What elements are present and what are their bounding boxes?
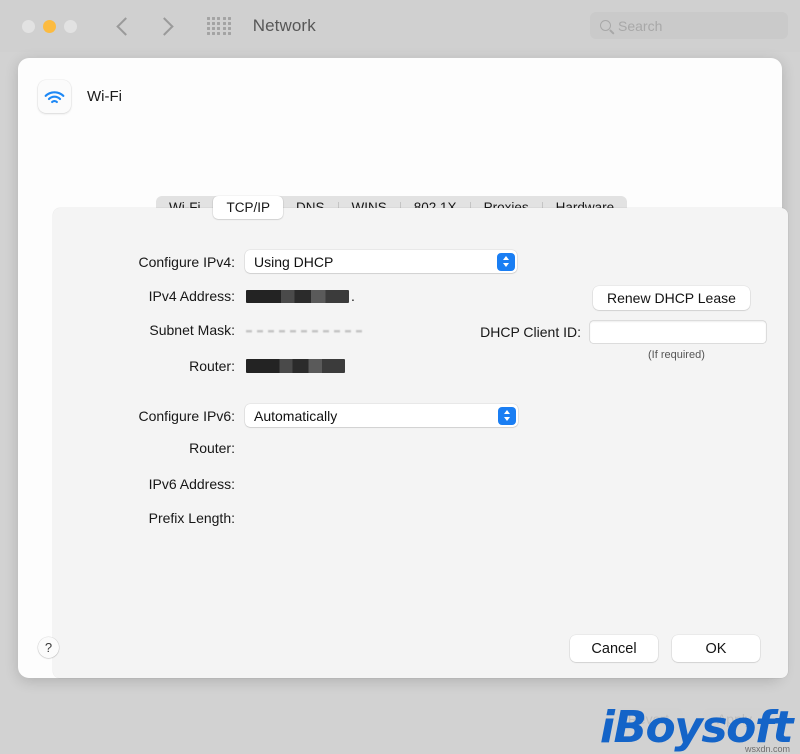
ipv4-address-row: IPv4 Address: . xyxy=(53,288,523,304)
dhcp-client-id-row: DHCP Client ID: xyxy=(423,321,766,343)
cancel-button[interactable]: Cancel xyxy=(570,635,658,662)
ipv6-router-row: Router: xyxy=(53,440,523,456)
search-input[interactable]: Search xyxy=(590,12,788,39)
chevron-up-down-icon xyxy=(498,407,516,425)
tcpip-content-panel: Configure IPv4: Using DHCP IPv4 Address:… xyxy=(53,208,788,678)
dhcp-client-id-hint: (If required) xyxy=(648,349,705,361)
configure-ipv6-row: Configure IPv6: Automatically xyxy=(53,404,523,427)
configure-ipv4-popup[interactable]: Using DHCP xyxy=(245,250,517,273)
close-button-icon[interactable] xyxy=(22,20,35,33)
ok-button[interactable]: OK xyxy=(672,635,760,662)
navigation-buttons xyxy=(119,20,171,33)
window-titlebar: Network Search xyxy=(0,0,800,52)
ipv6-router-label: Router: xyxy=(53,440,235,456)
all-preferences-grid-icon[interactable] xyxy=(207,17,231,36)
help-button[interactable]: ? xyxy=(38,637,59,658)
back-chevron-icon[interactable] xyxy=(116,17,134,35)
configure-ipv6-popup[interactable]: Automatically xyxy=(245,404,518,427)
forward-chevron-icon[interactable] xyxy=(155,17,173,35)
ipv6-address-row: IPv6 Address: xyxy=(53,476,523,492)
dhcp-client-id-label: DHCP Client ID: xyxy=(423,324,581,340)
subnet-mask-value-blurred xyxy=(246,325,362,336)
renew-dhcp-lease-row: Renew DHCP Lease xyxy=(593,286,750,310)
tab-tcpip[interactable]: TCP/IP xyxy=(213,196,283,219)
ipv6-address-label: IPv6 Address: xyxy=(53,476,235,492)
search-icon xyxy=(600,20,611,31)
sheet-footer-buttons: Cancel OK xyxy=(570,635,760,662)
ipv4-address-trailing-dot: . xyxy=(351,288,355,304)
ipv4-router-row: Router: xyxy=(53,358,523,374)
ipv4-address-value-redacted xyxy=(246,290,349,303)
dhcp-client-id-input[interactable] xyxy=(590,321,766,343)
tcpip-settings-sheet: Wi-Fi Wi-Fi TCP/IP DNS WINS 802.1X Proxi… xyxy=(18,58,782,678)
prefix-length-label: Prefix Length: xyxy=(53,510,235,526)
search-placeholder: Search xyxy=(618,18,662,34)
network-preferences-window: Network Search Revert Apply Wi-Fi Wi-Fi … xyxy=(0,0,800,754)
configure-ipv4-label: Configure IPv4: xyxy=(53,254,235,270)
service-name-label: Wi-Fi xyxy=(87,88,122,105)
subnet-mask-label: Subnet Mask: xyxy=(53,322,235,338)
maximize-button-icon[interactable] xyxy=(64,20,77,33)
configure-ipv6-value: Automatically xyxy=(254,408,337,424)
watermark-site: wsxdn.com xyxy=(745,744,790,754)
sheet-header: Wi-Fi xyxy=(18,58,782,113)
configure-ipv6-label: Configure IPv6: xyxy=(53,408,235,424)
wifi-icon xyxy=(38,80,71,113)
ipv4-router-label: Router: xyxy=(53,358,235,374)
page-title: Network xyxy=(253,16,316,36)
prefix-length-row: Prefix Length: xyxy=(53,510,523,526)
configure-ipv4-value: Using DHCP xyxy=(254,254,333,270)
dhcp-client-id-hint-row: (If required) xyxy=(648,349,705,361)
ipv4-address-label: IPv4 Address: xyxy=(53,288,235,304)
traffic-lights xyxy=(22,20,77,33)
configure-ipv4-row: Configure IPv4: Using DHCP xyxy=(53,250,523,273)
renew-dhcp-lease-button[interactable]: Renew DHCP Lease xyxy=(593,286,750,310)
minimize-button-icon[interactable] xyxy=(43,20,56,33)
ipv4-router-value-redacted xyxy=(246,359,345,373)
chevron-up-down-icon xyxy=(497,253,515,271)
